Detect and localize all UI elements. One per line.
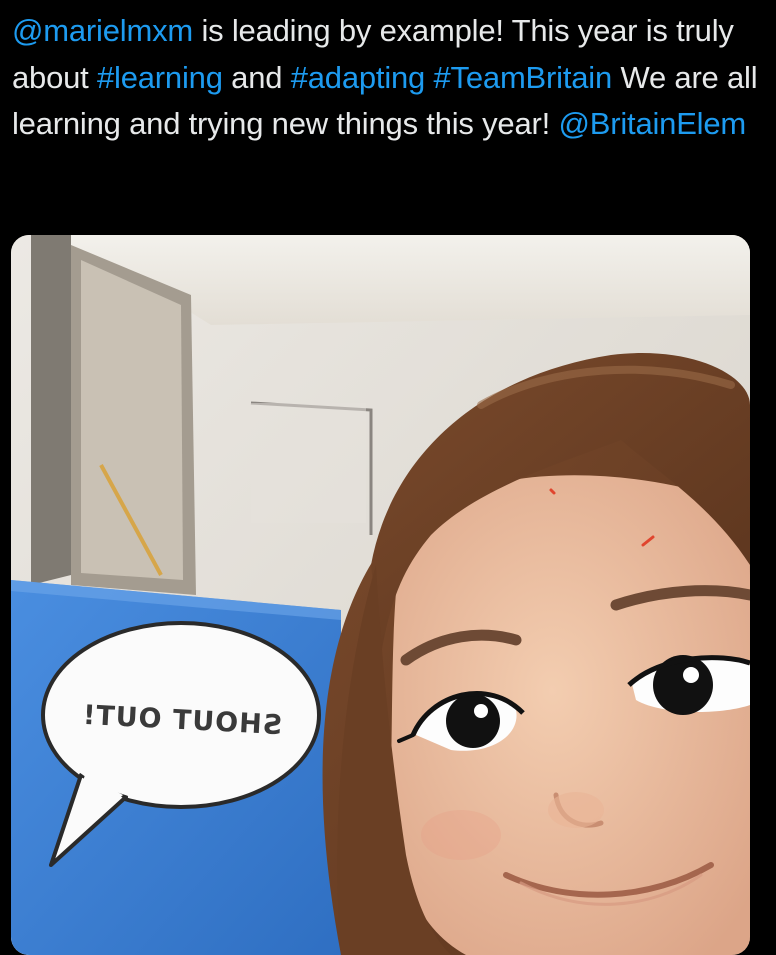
tweet-text-segment: and — [222, 59, 291, 95]
hashtag-learning-link[interactable]: #learning — [97, 60, 223, 95]
tweet-text-segment — [425, 60, 433, 95]
memoji-selfie-image — [11, 235, 750, 955]
tweet-text: @marielmxm is leading by example! This y… — [12, 8, 762, 148]
hashtag-adapting-link[interactable]: #adapting — [291, 60, 426, 95]
hashtag-teambritain-link[interactable]: #TeamBritain — [434, 60, 613, 95]
author-mention-link[interactable]: @marielmxm — [12, 13, 193, 48]
britainelem-mention-link[interactable]: @BritainElem — [558, 106, 746, 141]
tweet-media-image[interactable] — [11, 235, 750, 955]
